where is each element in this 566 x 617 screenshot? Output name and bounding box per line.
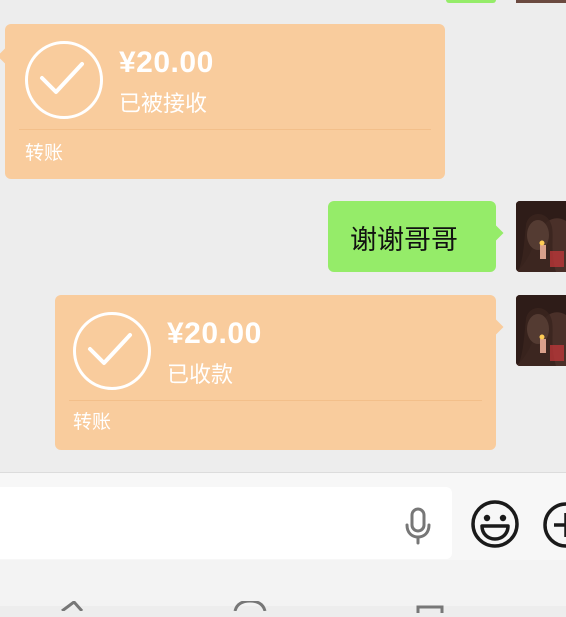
transfer-amount: ¥20.00 <box>167 317 262 350</box>
message-input[interactable] <box>0 487 452 559</box>
transfer-card-received[interactable]: ¥20.00 已被接收 转账 <box>5 24 445 179</box>
chat-input-bar <box>0 472 566 561</box>
recents-icon[interactable] <box>416 598 444 617</box>
plus-icon[interactable] <box>542 501 566 553</box>
transfer-card-sent[interactable]: ¥20.00 已收款 转账 <box>55 295 496 450</box>
sent-message-bubble[interactable]: 谢谢哥哥 <box>328 201 496 272</box>
system-nav-bar <box>0 560 566 613</box>
check-circle-icon <box>73 312 151 390</box>
card-divider <box>19 129 431 130</box>
microphone-icon[interactable] <box>404 507 432 549</box>
previous-message-bubble <box>446 0 496 3</box>
emoji-icon[interactable] <box>470 499 520 553</box>
transfer-amount: ¥20.00 <box>119 46 214 79</box>
transfer-status: 已收款 <box>167 363 234 388</box>
transfer-label: 转账 <box>25 142 64 164</box>
avatar[interactable] <box>516 295 566 366</box>
message-text: 谢谢哥哥 <box>350 225 458 256</box>
avatar[interactable] <box>516 201 566 272</box>
check-circle-icon <box>25 41 103 119</box>
card-divider <box>69 400 482 401</box>
transfer-label: 转账 <box>73 411 112 433</box>
transfer-status: 已被接收 <box>119 92 208 117</box>
previous-avatar <box>516 0 566 3</box>
